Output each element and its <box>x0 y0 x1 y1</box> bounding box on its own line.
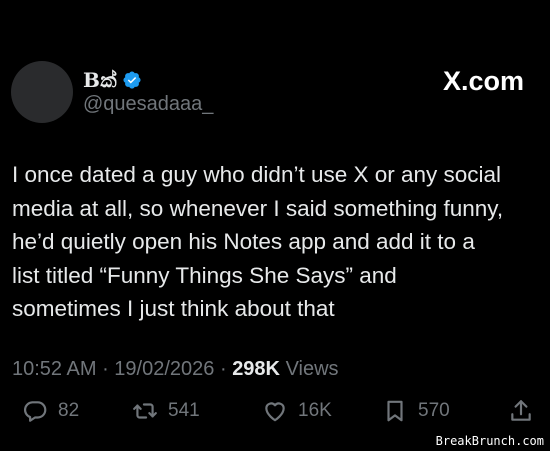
verified-badge-icon <box>123 71 141 89</box>
avatar[interactable] <box>11 61 73 123</box>
action-bar: 82 541 16K 570 <box>0 398 550 438</box>
author-handle[interactable]: @quesadaaa_ <box>83 93 213 116</box>
reply-count: 82 <box>58 400 80 421</box>
repost-button[interactable]: 541 <box>132 398 200 424</box>
author-name-row: Bක් <box>83 68 142 92</box>
bookmark-icon <box>387 400 403 422</box>
brand-logo: X.com <box>442 66 524 96</box>
repost-count: 541 <box>168 400 200 421</box>
tweet-time[interactable]: 10:52 AM <box>12 358 97 381</box>
reply-icon <box>24 401 47 422</box>
views-count: 298K <box>232 358 280 380</box>
meta-separator: · <box>96 358 115 380</box>
tweet-text: I once dated a guy who didn’t use X or a… <box>12 162 504 322</box>
share-button[interactable] <box>508 398 534 424</box>
heart-icon <box>265 402 285 422</box>
repost-icon <box>133 403 157 419</box>
meta-separator: · <box>214 358 233 380</box>
tweet-meta: 10:52 AM · 19/02/2026 · 298K Views <box>12 358 339 381</box>
watermark: BreakBrunch.com <box>432 433 547 449</box>
bookmark-button[interactable]: 570 <box>382 398 450 424</box>
like-button[interactable]: 16K <box>262 398 332 424</box>
reply-button[interactable]: 82 <box>22 398 79 424</box>
bookmark-count: 570 <box>418 400 450 421</box>
tweet-date[interactable]: 19/02/2026 <box>114 358 214 381</box>
like-count: 16K <box>298 400 332 421</box>
share-icon <box>511 400 531 421</box>
views-label: Views <box>285 358 339 380</box>
author-display-name[interactable]: Bක් <box>83 68 117 92</box>
